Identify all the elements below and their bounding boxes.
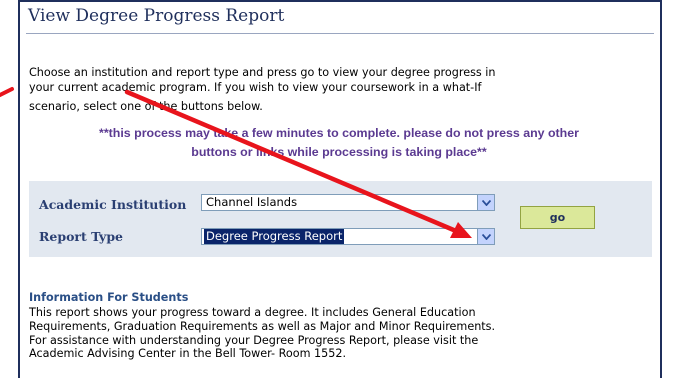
chevron-down-icon[interactable] (477, 195, 494, 210)
intro-line: scenario, select one of the buttons belo… (29, 100, 263, 113)
title-divider (26, 33, 654, 34)
institution-select-value: Channel Islands (206, 195, 298, 209)
chevron-down-icon[interactable] (477, 229, 494, 244)
go-button[interactable]: go (520, 206, 595, 229)
intro-line: Choose an institution and report type an… (29, 66, 496, 79)
info-line: Requirements, Graduation Requirements as… (29, 319, 496, 333)
intro-line: your current academic program. If you wi… (29, 80, 482, 94)
institution-label: Academic Institution (39, 197, 187, 212)
info-line: Academic Advising Center in the Bell Tow… (29, 347, 347, 361)
warning-line: **this process may take a few minutes to… (99, 126, 579, 140)
page-title: View Degree Progress Report (28, 6, 285, 26)
info-line: For assistance with understanding your D… (29, 333, 479, 347)
institution-select[interactable]: Channel Islands (201, 194, 495, 211)
info-line: This report shows your progress toward a… (29, 306, 476, 319)
processing-warning: **this process may take a few minutes to… (44, 124, 634, 162)
report-type-label: Report Type (39, 229, 124, 244)
info-heading: Information For Students (29, 291, 189, 304)
report-type-select[interactable]: Degree Progress Report (201, 228, 495, 245)
intro-text: Choose an institution and report type an… (29, 66, 639, 115)
info-body: This report shows your progress toward a… (29, 306, 649, 361)
warning-line: buttons or links while processing is tak… (191, 145, 487, 159)
report-type-select-value: Degree Progress Report (204, 229, 345, 244)
